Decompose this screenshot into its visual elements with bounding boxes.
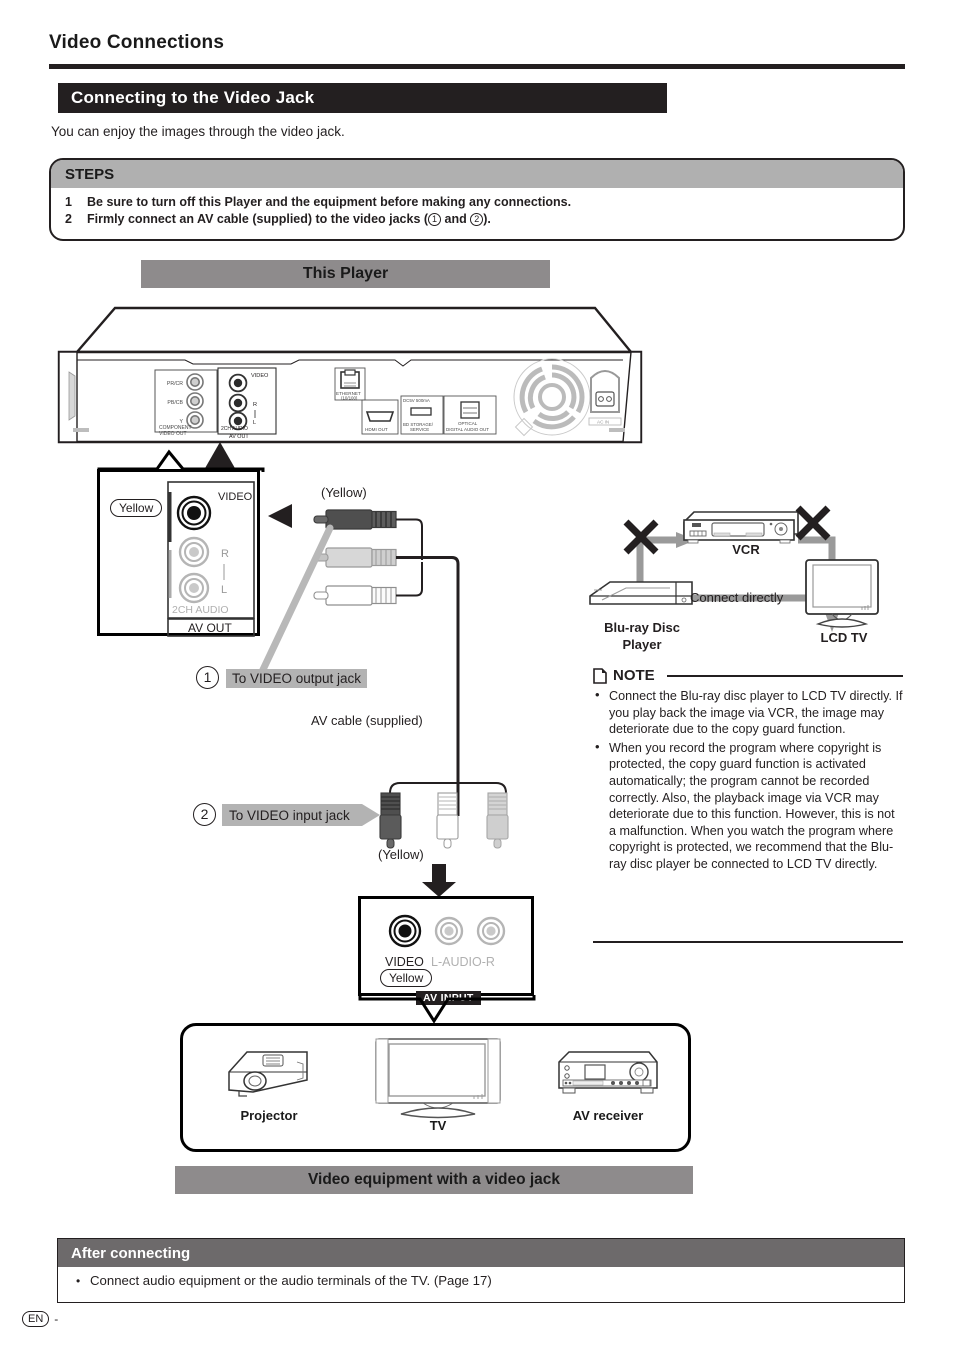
- video-equipment-banner: Video equipment with a video jack: [175, 1166, 693, 1194]
- svg-text:2CH AUDIO: 2CH AUDIO: [221, 426, 248, 432]
- blu-ray-player-label-line2: Player: [622, 637, 662, 652]
- this-player-banner: This Player: [141, 260, 550, 288]
- svg-text:(10/100): (10/100): [341, 396, 358, 401]
- callout-circle-1: 1: [196, 666, 219, 689]
- step-text-2-before: Firmly connect an AV cable (supplied) to…: [87, 212, 429, 226]
- svg-text:R: R: [253, 402, 257, 408]
- svg-text:AC IN: AC IN: [597, 420, 609, 425]
- note-heading-rule: [666, 674, 903, 677]
- title-divider: [49, 64, 905, 69]
- note-heading-row: NOTE: [593, 667, 903, 684]
- step-text-2: Firmly connect an AV cable (supplied) to…: [87, 211, 491, 228]
- tv-label: TV: [429, 1118, 447, 1133]
- av-receiver-label: AV receiver: [572, 1108, 644, 1123]
- after-connecting-heading: After connecting: [58, 1239, 904, 1267]
- note-page-icon: [593, 667, 607, 684]
- note-item-2: When you record the program where copyri…: [593, 739, 903, 873]
- yellow-plug-label-top: (Yellow): [321, 485, 367, 500]
- svg-text:VIDEO: VIDEO: [251, 373, 269, 379]
- player-rear-panel-illustration: PR/CR PB/CB Y COMPONENT VIDEO OUT VIDEO …: [55, 300, 645, 450]
- av-input-audio-label: L-AUDIO-R: [431, 955, 495, 969]
- connect-directly-label: Connect directly: [690, 590, 784, 605]
- callout-label-2: To VIDEO input jack: [229, 808, 350, 823]
- steps-heading: STEPS: [51, 160, 903, 188]
- footer-page-dash: -: [54, 1312, 59, 1326]
- svg-text:HDMI OUT: HDMI OUT: [365, 427, 388, 432]
- blu-ray-player-label-line1: Blu-ray Disc: [604, 620, 680, 635]
- this-player-banner-label: This Player: [302, 265, 389, 282]
- svg-text:2CH AUDIO: 2CH AUDIO: [172, 604, 229, 616]
- vcr-label: VCR: [732, 542, 760, 557]
- av-out-closeup-box: Yellow VIDEO R L 2CH AUDIO AV OUT: [97, 469, 260, 637]
- av-input-closeup-box: VIDEO L-AUDIO-R Yellow AV INPUT: [358, 896, 534, 1005]
- after-connecting-body: • Connect audio equipment or the audio t…: [58, 1267, 904, 1288]
- lcd-tv-label: LCD TV: [820, 630, 868, 645]
- av-cable-illustration-bottom: [379, 782, 509, 849]
- after-connecting-panel: After connecting • Connect audio equipme…: [57, 1238, 905, 1303]
- yellow-plug-label-bottom: (Yellow): [378, 847, 424, 862]
- svg-text:OPTICAL: OPTICAL: [458, 421, 478, 426]
- steps-body: 1 Be sure to turn off this Player and th…: [51, 188, 903, 228]
- footer-language-marker: EN -: [22, 1311, 58, 1327]
- av-receiver-icon: [558, 1051, 658, 1094]
- circled-number-2: 2: [470, 213, 484, 226]
- video-equipment-box: Projector TV AV receiver: [180, 1023, 691, 1152]
- av-out-jack-group: VIDEO R L 2CH AUDIO AV OUT: [167, 481, 255, 637]
- step-text-2-mid: and: [441, 212, 471, 226]
- svg-text:VIDEO: VIDEO: [218, 491, 253, 503]
- svg-text:PR/CR: PR/CR: [167, 381, 183, 387]
- circled-number-1: 1: [428, 213, 442, 226]
- step-item-1: 1 Be sure to turn off this Player and th…: [65, 194, 903, 211]
- note-block: NOTE Connect the Blu-ray disc player to …: [593, 667, 903, 875]
- section-heading-bar: Connecting to the Video Jack: [58, 83, 667, 113]
- note-item-1: Connect the Blu-ray disc player to LCD T…: [593, 687, 903, 738]
- callout-circle-2: 2: [193, 803, 216, 826]
- step-number-1: 1: [65, 195, 72, 209]
- projector-icon: [228, 1051, 308, 1097]
- footer-en-badge: EN: [22, 1311, 50, 1327]
- note-list: Connect the Blu-ray disc player to LCD T…: [593, 687, 903, 873]
- step-text-2-after: ).: [483, 212, 491, 226]
- svg-text:L: L: [221, 584, 227, 596]
- svg-text:VIDEO OUT: VIDEO OUT: [159, 431, 187, 437]
- steps-panel: STEPS 1 Be sure to turn off this Player …: [49, 158, 905, 241]
- plug-insert-arrow-left: [268, 504, 292, 528]
- section-heading-text: Connecting to the Video Jack: [71, 88, 315, 107]
- step-text-1: Be sure to turn off this Player and the …: [87, 195, 572, 209]
- note-bottom-rule: [593, 941, 903, 943]
- yellow-tag-output: Yellow: [110, 499, 163, 517]
- av-input-video-label: VIDEO: [385, 955, 424, 969]
- after-connecting-bullet: •: [76, 1274, 81, 1288]
- projector-label: Projector: [240, 1108, 298, 1123]
- yellow-tag-input: Yellow: [380, 969, 433, 987]
- video-equipment-banner-label: Video equipment with a video jack: [307, 1171, 561, 1188]
- intro-paragraph: You can enjoy the images through the vid…: [51, 124, 345, 139]
- vcr-warning-diagram: VCR LCD TV Blu-ray Disc Player Connect d…: [580, 480, 910, 655]
- svg-text:AV OUT: AV OUT: [188, 621, 232, 635]
- plug-insert-arrow-down: [422, 864, 456, 897]
- svg-text:L: L: [253, 420, 256, 426]
- svg-text:DIGITAL AUDIO OUT: DIGITAL AUDIO OUT: [446, 427, 489, 432]
- after-connecting-text: Connect audio equipment or the audio ter…: [90, 1273, 492, 1288]
- callout-label-1: To VIDEO output jack: [226, 669, 368, 688]
- svg-text:DC5V 500mA: DC5V 500mA: [403, 398, 430, 403]
- tv-icon: [375, 1038, 501, 1119]
- step-item-2: 2 Firmly connect an AV cable (supplied) …: [65, 211, 903, 228]
- page-title: Video Connections: [49, 32, 225, 53]
- svg-text:R: R: [221, 548, 229, 560]
- av-cable-label: AV cable (supplied): [311, 713, 423, 728]
- note-heading-text: NOTE: [613, 667, 655, 684]
- svg-text:SERVICE: SERVICE: [410, 427, 429, 432]
- svg-text:PB/CB: PB/CB: [167, 400, 183, 406]
- av-input-jacks: [388, 914, 506, 948]
- av-input-to-equipment-bracket: [358, 995, 536, 1024]
- step-number-2: 2: [65, 212, 72, 226]
